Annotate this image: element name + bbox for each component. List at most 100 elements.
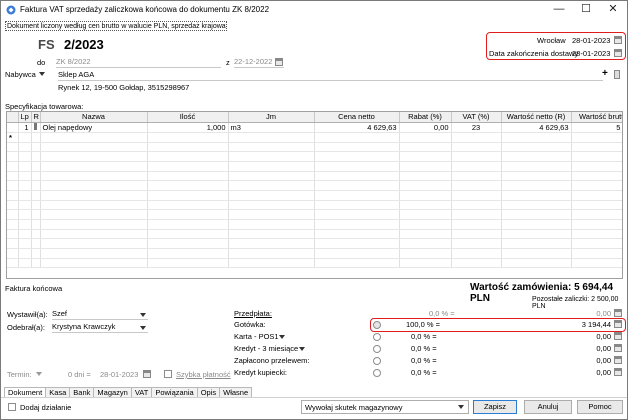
calendar-icon[interactable] (614, 49, 622, 57)
minimize-button[interactable]: — (545, 1, 573, 19)
issue-date[interactable]: 28-01-2023 (572, 36, 610, 45)
delivery-date[interactable]: 28-01-2023 (572, 49, 610, 58)
payment-pct[interactable]: 0,0 % = (411, 356, 437, 365)
remaining-advance: Pozostałe zaliczki: 2 500,00 PLN (532, 296, 619, 310)
divider (1, 397, 627, 398)
prepaid-label[interactable]: Przedpłata: (234, 309, 272, 318)
buyer-name-field[interactable]: Sklep AGA (58, 70, 603, 81)
calculator-icon[interactable] (614, 356, 622, 364)
calculator-icon[interactable] (614, 344, 622, 352)
payment-radio[interactable] (373, 345, 381, 353)
items-grid: Lp R Nazwa Ilość Jm Cena netto Rabat (%)… (6, 111, 623, 279)
column-header-unit[interactable]: Jm (228, 112, 315, 123)
payment-label[interactable]: Karta - POS1 (234, 332, 279, 341)
cancel-button[interactable]: Anuluj (524, 400, 572, 414)
tab-warehouse[interactable]: Magazyn (93, 387, 132, 397)
save-button[interactable]: Zapisz (473, 400, 517, 414)
quick-pay-checkbox[interactable] (164, 370, 172, 378)
column-header-gross-value[interactable]: Wartość brutto (R) (571, 112, 622, 123)
payment-pct[interactable]: 0,0 % = (411, 332, 437, 341)
add-buyer-icon[interactable]: + (602, 68, 608, 79)
tab-vat[interactable]: VAT (130, 387, 153, 397)
empty-row (7, 142, 622, 153)
cell-qty[interactable]: 1,000 (147, 122, 229, 133)
column-header-name[interactable]: Nazwa (40, 112, 148, 123)
column-header-lp[interactable]: Lp (18, 112, 32, 123)
do-label: do (37, 58, 46, 67)
buyer-name: Sklep AGA (58, 70, 95, 79)
calendar-icon[interactable] (614, 36, 622, 44)
tab-bank[interactable]: Bank (69, 387, 95, 397)
cell-net-price[interactable]: 4 629,63 (314, 122, 400, 133)
table-row[interactable]: 1 Olej napędowy 1,000 m3 4 629,63 0,00 2… (7, 122, 622, 133)
column-header-discount[interactable]: Rabat (%) (399, 112, 452, 123)
issued-by-combo[interactable]: Szef (52, 309, 148, 320)
payment-label[interactable]: Kredyt - 3 miesiące (234, 344, 298, 353)
tab-relations[interactable]: Powiązania (151, 387, 198, 397)
cell-gross-value[interactable]: 5 694,44 (571, 122, 622, 133)
item-marker-icon (34, 122, 37, 130)
tab-cash[interactable]: Kasa (45, 387, 71, 397)
source-doc-field[interactable]: ZK 8/2022 (56, 57, 221, 68)
payment-value[interactable]: 0,00 (561, 356, 611, 365)
payment-label: Zapłacono przelewem: (234, 356, 310, 365)
cell-lp: 1 (18, 122, 32, 133)
term-label[interactable]: Termin: (7, 370, 42, 379)
payment-value[interactable]: 3 194,44 (561, 320, 611, 329)
new-row-marker: * (7, 132, 19, 143)
calculator-icon[interactable] (614, 368, 622, 376)
source-doc-value: ZK 8/2022 (56, 57, 91, 66)
cell-discount[interactable]: 0,00 (399, 122, 452, 133)
tab-document[interactable]: Dokument (4, 387, 47, 397)
add-action-label[interactable]: Dodaj działanie (20, 403, 71, 412)
issued-by-label: Wystawił(a): (7, 310, 48, 319)
payment-radio[interactable] (373, 357, 381, 365)
chevron-down-icon (35, 372, 42, 376)
payment-pct[interactable]: 0,0 % = (411, 344, 437, 353)
payment-radio[interactable] (373, 369, 381, 377)
payment-radio[interactable] (373, 333, 381, 341)
payment-pct[interactable]: 0,0 % = (411, 368, 437, 377)
cell-vat[interactable]: 23 (451, 122, 502, 133)
empty-row (7, 180, 622, 191)
term-date[interactable]: 28-01-2023 (100, 370, 138, 379)
payment-row-card: Karta - POS1 0,0 % = 0,00 (234, 332, 624, 343)
payment-pct[interactable]: 100,0 % = (406, 320, 440, 329)
calculator-icon[interactable] (614, 309, 622, 317)
chevron-down-icon[interactable] (279, 335, 285, 339)
row-selector-header (7, 112, 19, 123)
help-button[interactable]: Pomoc (577, 400, 623, 414)
payment-radio[interactable] (373, 321, 381, 329)
received-by-combo[interactable]: Krystyna Krawczyk (52, 322, 148, 333)
warehouse-effect-select[interactable]: Wywołaj skutek magazynowy (301, 400, 469, 414)
chevron-down-icon[interactable] (299, 347, 305, 351)
calendar-icon[interactable] (275, 58, 283, 66)
column-header-vat[interactable]: VAT (%) (451, 112, 502, 123)
column-header-r[interactable]: R (31, 112, 41, 123)
calendar-icon[interactable] (143, 370, 151, 378)
term-days[interactable]: 0 dni = (68, 370, 91, 379)
cell-net-value[interactable]: 4 629,63 (501, 122, 572, 133)
tab-custom[interactable]: Własne (219, 387, 253, 397)
payment-value[interactable]: 0,00 (561, 332, 611, 341)
buyer-label[interactable]: Nabywca (5, 70, 45, 79)
row-selector[interactable] (7, 122, 19, 133)
cell-unit[interactable]: m3 (228, 122, 315, 133)
payment-value[interactable]: 0,00 (561, 344, 611, 353)
maximize-button[interactable]: ☐ (572, 1, 600, 19)
close-button[interactable]: ✕ (599, 1, 627, 19)
payment-value[interactable]: 0,00 (561, 368, 611, 377)
doc-number[interactable]: 2/2023 (64, 37, 104, 52)
calculator-icon[interactable] (614, 332, 622, 340)
calculator-icon[interactable] (614, 320, 622, 328)
new-row[interactable]: * (7, 132, 622, 143)
quick-pay-label[interactable]: Szybka płatność (176, 370, 231, 379)
empty-row (7, 190, 622, 201)
column-header-qty[interactable]: Ilość (147, 112, 229, 123)
add-action-checkbox[interactable] (8, 403, 16, 411)
column-header-net-price[interactable]: Cena netto (314, 112, 400, 123)
column-header-net-value[interactable]: Wartość netto (R) (501, 112, 572, 123)
cell-name[interactable]: Olej napędowy (40, 122, 148, 133)
buyer-card-icon[interactable] (614, 70, 620, 79)
tab-description[interactable]: Opis (196, 387, 221, 397)
